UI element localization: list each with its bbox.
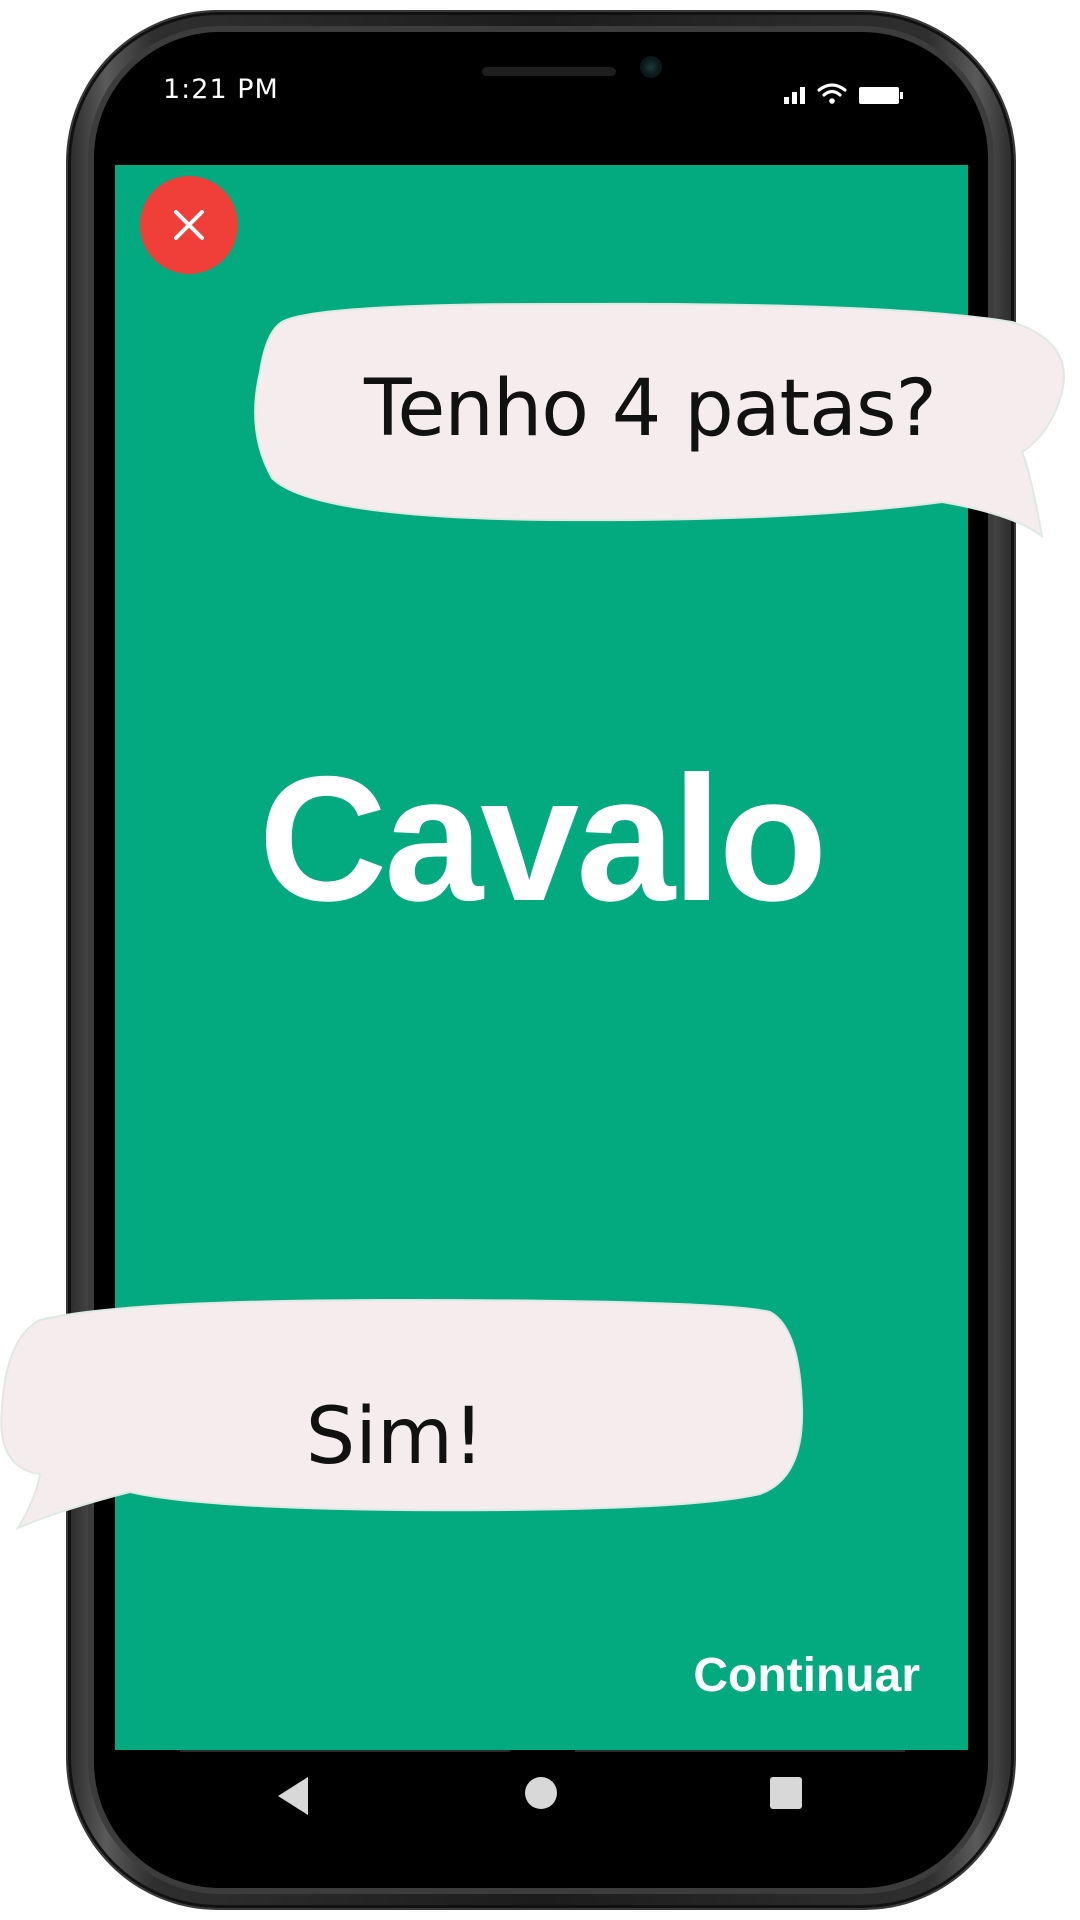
home-icon[interactable] [525, 1777, 557, 1809]
answer-text: Sim! [305, 1392, 485, 1482]
question-text: Tenho 4 patas? [364, 364, 937, 454]
earpiece-speaker [482, 67, 616, 76]
wifi-icon [817, 83, 847, 104]
status-icons [784, 80, 903, 104]
close-button[interactable] [140, 176, 238, 274]
battery-icon [859, 87, 903, 104]
close-icon [174, 210, 204, 240]
continue-button[interactable]: Continuar [660, 1648, 920, 1703]
nav-divider [575, 1750, 905, 1752]
phone-mockup: 1:21 PM Tenho 4 patas? Cavalo Sim! Conti… [0, 0, 1080, 1920]
signal-icon [784, 84, 805, 104]
front-camera [640, 56, 662, 78]
question-speech-bubble: Tenho 4 patas? [252, 302, 1068, 538]
animal-word: Cavalo [258, 739, 828, 938]
recent-apps-icon[interactable] [770, 1777, 802, 1809]
back-icon[interactable] [278, 1777, 308, 1815]
answer-speech-bubble: Sim! [0, 1298, 810, 1530]
nav-divider [180, 1750, 510, 1752]
status-time: 1:21 PM [163, 74, 279, 105]
